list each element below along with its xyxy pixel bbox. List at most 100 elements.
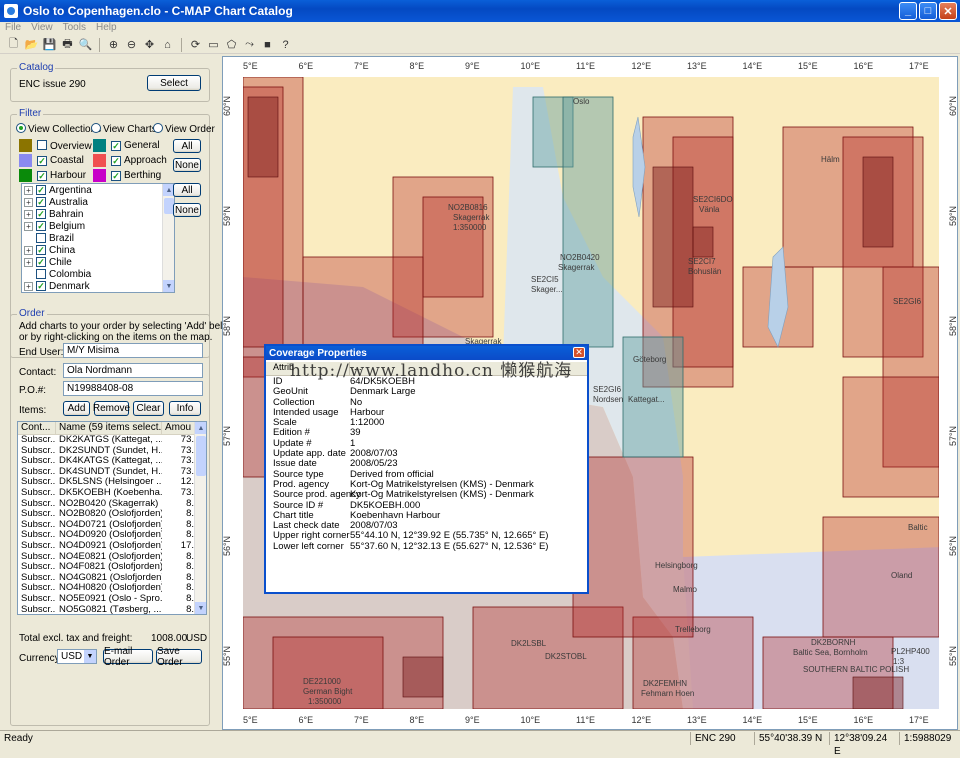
country-tree-item[interactable]: + ✓ Denmark: [22, 280, 174, 292]
table-row[interactable]: Subscr... NO4F0821 (Oslofjorden) 8.: [18, 562, 206, 573]
scroll-down-icon[interactable]: ▼: [163, 280, 174, 292]
checkbox[interactable]: [36, 233, 46, 243]
new-icon[interactable]: 🗋: [6, 38, 21, 52]
clear-button[interactable]: Clear: [133, 401, 164, 416]
view-charts-radio[interactable]: View Charts: [91, 123, 157, 135]
view-order-radio[interactable]: View Order: [153, 123, 215, 135]
save-order-button[interactable]: Save Order: [156, 646, 202, 668]
table-row[interactable]: Subscr... NO4H0820 (Oslofjorden) 8.: [18, 583, 206, 594]
pan-icon[interactable]: ✥: [142, 38, 157, 52]
refresh-icon[interactable]: ⟳: [188, 38, 203, 52]
table-row[interactable]: Subscr... DK5KOEBH (Koebenha... 73.: [18, 488, 206, 499]
maximize-button[interactable]: □: [919, 2, 937, 20]
column-cont[interactable]: Cont...: [18, 422, 56, 434]
po-field[interactable]: N19988408-08: [63, 381, 203, 396]
countries-all-button[interactable]: All: [173, 183, 201, 197]
table-row[interactable]: Subscr... NO5E0921 (Oslo - Spro... 8.: [18, 594, 206, 605]
expand-icon[interactable]: +: [24, 185, 33, 195]
table-row[interactable]: Subscr... NO4D0921 (Oslofjorden) 17.: [18, 541, 206, 552]
country-tree-item[interactable]: + ✓ Bahrain: [22, 208, 174, 220]
table-row[interactable]: Subscr... DK2SUNDT (Sundet, H... 73.: [18, 446, 206, 457]
checkbox[interactable]: ✓: [111, 171, 121, 181]
coverage-properties-dialog[interactable]: Coverage Properties ✕ Attrib ... ID 64/DK…: [264, 344, 589, 594]
checkbox[interactable]: ✓: [111, 156, 121, 166]
currency-select[interactable]: USD ▼: [57, 649, 97, 664]
order-table-scrollbar[interactable]: ▲ ▼: [194, 422, 206, 614]
zoom-in-icon[interactable]: ⊕: [106, 38, 121, 52]
contact-field[interactable]: Ola Nordmann: [63, 363, 203, 378]
route-icon[interactable]: ⤳: [242, 38, 257, 52]
scroll-thumb[interactable]: [196, 436, 206, 476]
table-row[interactable]: Subscr... NO5G0821 (Tøsberg, ... 8.: [18, 605, 206, 615]
type-filter-coastal[interactable]: ✓ Coastal: [37, 155, 84, 166]
table-row[interactable]: Subscr... NO4E0821 (Oslofjorden) 8.: [18, 552, 206, 563]
remove-button[interactable]: Remove: [93, 401, 130, 416]
zoom-out-icon[interactable]: ⊖: [124, 38, 139, 52]
table-row[interactable]: Subscr... NO2B0420 (Skagerrak) 8.: [18, 499, 206, 510]
email-order-button[interactable]: E-mail Order: [103, 646, 153, 668]
order-items-table[interactable]: Cont... Name (59 items select... Amou Su…: [17, 421, 207, 615]
print-icon[interactable]: 🖶: [60, 38, 75, 52]
end-user-field[interactable]: M/Y Misima: [63, 343, 203, 358]
menu-file[interactable]: File: [5, 22, 21, 36]
checkbox[interactable]: ✓: [36, 185, 46, 195]
table-row[interactable]: Subscr... DK2KATGS (Kattegat, ... 73.: [18, 435, 206, 446]
open-icon[interactable]: 📂: [24, 38, 39, 52]
countries-none-button[interactable]: None: [173, 203, 201, 217]
scroll-up-icon[interactable]: ▲: [195, 422, 206, 434]
color-icon[interactable]: ■: [260, 38, 275, 52]
catalog-select-button[interactable]: Select: [147, 75, 201, 91]
chevron-down-icon[interactable]: ▼: [84, 650, 96, 663]
expand-icon[interactable]: +: [24, 281, 33, 291]
type-filter-berthing[interactable]: ✓ Berthing: [111, 170, 161, 181]
menu-tools[interactable]: Tools: [63, 22, 86, 36]
country-tree[interactable]: + ✓ Argentina + ✓ Australia + ✓ Bahrain + ✓ Belgium…: [21, 183, 175, 293]
type-filter-general[interactable]: ✓ General: [111, 140, 160, 151]
menu-view[interactable]: View: [31, 22, 53, 36]
print-preview-icon[interactable]: 🔍: [78, 38, 93, 52]
country-tree-item[interactable]: + ✓ Belgium: [22, 220, 174, 232]
checkbox[interactable]: ✓: [36, 221, 46, 231]
expand-icon[interactable]: +: [24, 257, 33, 267]
types-none-button[interactable]: None: [173, 158, 201, 172]
checkbox[interactable]: ✓: [111, 141, 121, 151]
table-row[interactable]: Subscr... NO4G0821 (Oslofjorden) 8.: [18, 573, 206, 584]
column-name[interactable]: Name (59 items select...: [56, 422, 162, 434]
info-button[interactable]: Info: [169, 401, 201, 416]
country-tree-item[interactable]: Colombia: [22, 268, 174, 280]
dialog-close-icon[interactable]: ✕: [573, 347, 585, 358]
table-row[interactable]: Subscr... NO4D0721 (Oslofjorden) 8.: [18, 520, 206, 531]
country-tree-item[interactable]: + ✓ China: [22, 244, 174, 256]
help-icon[interactable]: ?: [278, 38, 293, 52]
expand-icon[interactable]: +: [24, 245, 33, 255]
checkbox[interactable]: [37, 140, 47, 150]
select-rect-icon[interactable]: ▭: [206, 38, 221, 52]
table-row[interactable]: Subscr... NO2B0820 (Oslofjorden) 8.: [18, 509, 206, 520]
expand-icon[interactable]: +: [24, 209, 33, 219]
scroll-down-icon[interactable]: ▼: [195, 602, 206, 614]
column-amount[interactable]: Amou: [162, 422, 196, 434]
minimize-button[interactable]: _: [899, 2, 917, 20]
table-row[interactable]: Subscr... DK5LSNS (Helsingoer ... 12.: [18, 477, 206, 488]
country-tree-item[interactable]: Brazil: [22, 232, 174, 244]
checkbox[interactable]: ✓: [36, 281, 46, 291]
type-filter-approach[interactable]: ✓ Approach: [111, 155, 167, 166]
save-icon[interactable]: 💾: [42, 38, 57, 52]
checkbox[interactable]: ✓: [36, 257, 46, 267]
table-row[interactable]: Subscr... DK4SUNDT (Sundet, H... 73.: [18, 467, 206, 478]
country-tree-item[interactable]: + ✓ Australia: [22, 196, 174, 208]
checkbox[interactable]: ✓: [36, 245, 46, 255]
checkbox[interactable]: ✓: [37, 156, 47, 166]
home-icon[interactable]: ⌂: [160, 38, 175, 52]
view-collections-radio[interactable]: View Collections: [16, 123, 101, 135]
expand-icon[interactable]: +: [24, 197, 33, 207]
country-tree-scrollbar[interactable]: ▲ ▼: [162, 184, 174, 292]
select-poly-icon[interactable]: ⬠: [224, 38, 239, 52]
checkbox[interactable]: [36, 269, 46, 279]
add-button[interactable]: Add: [63, 401, 90, 416]
type-filter-harbour[interactable]: ✓ Harbour: [37, 170, 86, 181]
table-row[interactable]: Subscr... NO4D0920 (Oslofjorden) 8.: [18, 530, 206, 541]
checkbox[interactable]: ✓: [37, 171, 47, 181]
checkbox[interactable]: ✓: [36, 209, 46, 219]
close-button[interactable]: ✕: [939, 2, 957, 20]
